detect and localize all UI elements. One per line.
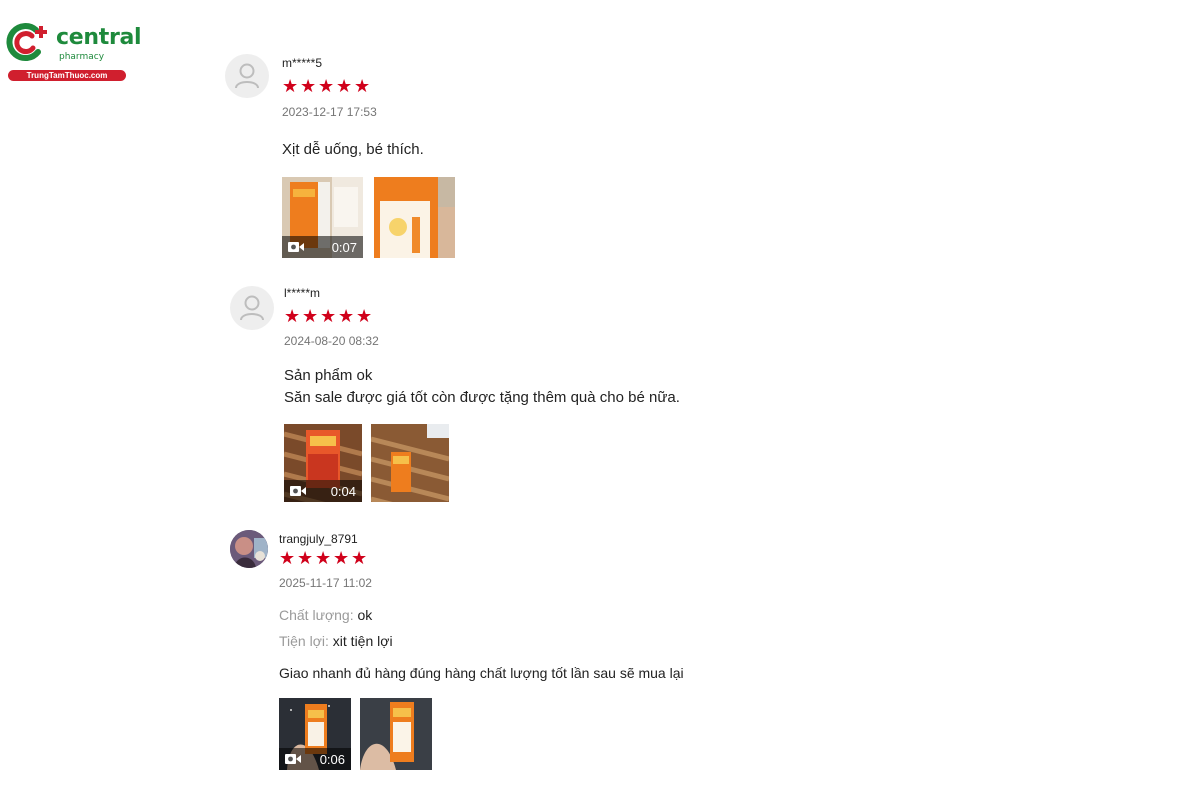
brand-name: central <box>56 25 142 50</box>
review-comment: Sản phẩm ok <box>284 367 373 384</box>
star-icon: ★ <box>351 548 368 568</box>
review-comment: Xịt dễ uống, bé thích. <box>282 141 424 158</box>
star-icon: ★ <box>284 306 301 326</box>
product-photo <box>371 424 449 502</box>
video-duration: 0:06 <box>319 751 345 767</box>
review-date: 2023-12-17 17:53 <box>282 105 377 119</box>
rating-stars: ★ ★ ★ ★ ★ <box>279 548 368 568</box>
star-icon: ★ <box>297 548 314 568</box>
star-icon: ★ <box>302 306 319 326</box>
video-overlay: 0:07 <box>282 236 363 258</box>
video-camera-icon <box>288 242 304 252</box>
video-duration: 0:04 <box>330 483 356 499</box>
star-icon: ★ <box>315 548 332 568</box>
video-camera-icon <box>290 486 306 496</box>
review-attribute: Tiện lợi: xit tiện lợi <box>279 633 393 649</box>
attribute-label: Tiện lợi: <box>279 633 329 649</box>
attribute-value: xit tiện lợi <box>332 633 393 649</box>
star-icon: ★ <box>320 306 337 326</box>
video-duration: 0:07 <box>331 239 357 255</box>
review-username: l*****m <box>284 286 321 300</box>
review-media: 0:07 <box>282 177 455 258</box>
review-image-thumbnail[interactable] <box>360 698 432 770</box>
star-icon: ★ <box>336 76 353 96</box>
central-pharmacy-logo-icon <box>6 23 47 62</box>
review-date: 2024-08-20 08:32 <box>284 334 379 348</box>
review-item: l*****m ★ ★ ★ ★ ★ 2024-08-20 08:32 Sản p… <box>230 286 930 506</box>
attribute-value: ok <box>357 607 373 623</box>
video-overlay: 0:04 <box>284 480 362 502</box>
rating-stars: ★ ★ ★ ★ ★ <box>284 306 373 326</box>
review-image-thumbnail[interactable] <box>374 177 455 258</box>
video-camera-icon <box>285 754 301 764</box>
review-item: m*****5 ★ ★ ★ ★ ★ 2023-12-17 17:53 Xịt d… <box>225 54 925 264</box>
brand-domain: TrungTamThuoc.com <box>8 70 126 81</box>
product-photo <box>374 177 455 258</box>
video-overlay: 0:06 <box>279 748 351 770</box>
review-comment: Giao nhanh đủ hàng đúng hàng chất lượng … <box>279 665 684 681</box>
review-video-thumbnail[interactable]: 0:04 <box>284 424 362 502</box>
star-icon: ★ <box>356 306 373 326</box>
user-placeholder-icon <box>235 63 259 89</box>
star-icon: ★ <box>338 306 355 326</box>
review-date: 2025-11-17 11:02 <box>279 576 372 590</box>
star-icon: ★ <box>318 76 335 96</box>
rating-stars: ★ ★ ★ ★ ★ <box>282 76 371 96</box>
avatar <box>230 530 268 568</box>
user-photo-avatar <box>230 530 268 568</box>
review-comment: Săn sale được giá tốt còn được tặng thêm… <box>284 389 680 406</box>
avatar <box>230 286 274 330</box>
brand-logo[interactable]: central pharmacy TrungTamThuoc.com <box>6 20 142 82</box>
review-media: 0:06 <box>279 698 432 770</box>
review-media: 0:04 <box>284 424 449 502</box>
review-username: trangjuly_8791 <box>279 532 358 546</box>
star-icon: ★ <box>333 548 350 568</box>
review-attribute: Chất lượng: ok <box>279 607 372 623</box>
attribute-label: Chất lượng: <box>279 607 354 623</box>
review-item: trangjuly_8791 ★ ★ ★ ★ ★ 2025-11-17 11:0… <box>230 530 930 780</box>
star-icon: ★ <box>282 76 299 96</box>
product-photo <box>360 698 432 770</box>
review-image-thumbnail[interactable] <box>371 424 449 502</box>
review-video-thumbnail[interactable]: 0:07 <box>282 177 363 258</box>
star-icon: ★ <box>279 548 296 568</box>
review-username: m*****5 <box>282 56 323 70</box>
review-video-thumbnail[interactable]: 0:06 <box>279 698 351 770</box>
avatar <box>225 54 269 98</box>
brand-subtitle: pharmacy <box>59 52 105 62</box>
star-icon: ★ <box>354 76 371 96</box>
user-placeholder-icon <box>240 295 264 321</box>
star-icon: ★ <box>300 76 317 96</box>
